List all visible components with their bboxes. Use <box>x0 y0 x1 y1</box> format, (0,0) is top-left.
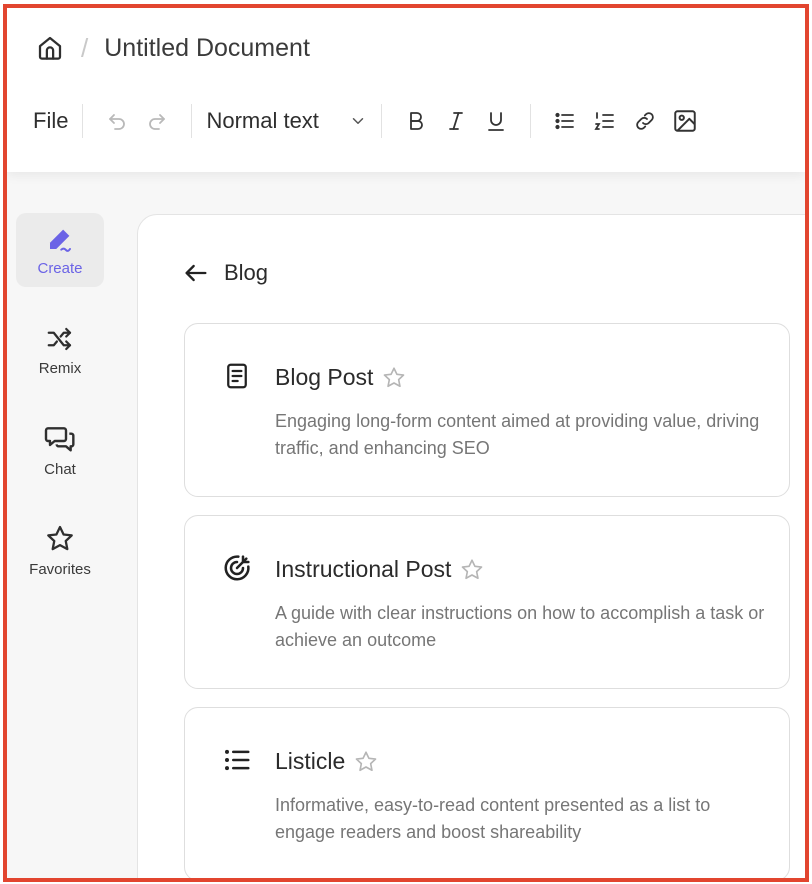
back-button[interactable]: Blog <box>182 259 268 287</box>
app-window: / Untitled Document File Normal text Cre… <box>3 4 809 882</box>
template-card-instructional-post[interactable]: Instructional Post A guide with clear in… <box>184 515 790 689</box>
arrow-left-icon <box>185 264 207 282</box>
title-row: / Untitled Document <box>33 28 310 68</box>
toolbar-divider <box>82 104 84 138</box>
home-icon <box>38 36 62 60</box>
sidebar-item-create[interactable]: Create <box>16 213 104 287</box>
numbered-list-button[interactable] <box>585 101 625 141</box>
star-icon <box>47 525 73 550</box>
italic-button[interactable] <box>436 101 476 141</box>
insert-image-button[interactable] <box>665 101 705 141</box>
favorite-star-icon[interactable] <box>459 557 485 583</box>
sidebar-item-favorites[interactable]: Favorites <box>16 513 104 587</box>
underline-button[interactable] <box>476 101 516 141</box>
card-description: Informative, easy-to-read content presen… <box>275 795 711 842</box>
bullet-list-button[interactable] <box>545 101 585 141</box>
sidebar-item-remix[interactable]: Remix <box>16 313 104 387</box>
section-title: Blog <box>224 260 269 285</box>
sidebar-item-label: Chat <box>44 460 76 478</box>
template-card-listicle[interactable]: Listicle Informative, easy-to-read conte… <box>184 707 790 878</box>
card-title-row: Listicle <box>275 748 379 775</box>
sidebar-item-chat[interactable]: Chat <box>16 413 104 487</box>
template-card-blog-post[interactable]: Blog Post Engaging long-form content aim… <box>184 323 790 497</box>
redo-icon <box>149 114 166 130</box>
card-title: Blog Post <box>275 364 374 390</box>
undo-icon <box>109 114 126 130</box>
pen-icon <box>50 229 71 252</box>
favorite-star-icon[interactable] <box>353 749 379 775</box>
toolbar-divider <box>529 104 531 138</box>
bold-button[interactable] <box>396 101 436 141</box>
sidebar-item-label: Remix <box>38 359 82 377</box>
undo-button[interactable] <box>97 101 137 141</box>
numbered-list-icon <box>594 112 614 130</box>
toolbar-divider <box>380 104 382 138</box>
text-style-value: Normal text <box>206 108 319 133</box>
italic-icon <box>449 112 463 130</box>
text-style-select[interactable]: Normal text <box>206 108 366 134</box>
favorite-star-icon[interactable] <box>381 365 407 391</box>
file-menu[interactable]: File <box>33 108 68 134</box>
card-title: Instructional Post <box>275 556 452 582</box>
formatting-toolbar: File Normal text <box>33 100 705 142</box>
sidebar-item-label: Favorites <box>29 560 91 578</box>
chevron-down-icon <box>349 112 367 130</box>
bullet-list-icon <box>555 112 574 130</box>
card-title: Listicle <box>275 748 346 774</box>
underline-icon <box>488 112 504 131</box>
redo-button[interactable] <box>137 101 177 141</box>
bold-icon <box>410 112 423 130</box>
shuffle-icon <box>47 327 72 350</box>
document-icon <box>221 360 253 392</box>
chat-icon <box>44 426 75 452</box>
home-button[interactable] <box>33 31 67 65</box>
target-icon <box>221 552 253 584</box>
card-title-row: Instructional Post <box>275 556 485 583</box>
sidebar-item-label: Create <box>37 259 83 277</box>
link-button[interactable] <box>625 101 665 141</box>
sidebar: Create Remix Chat Favorites <box>16 213 106 613</box>
breadcrumb-separator: / <box>81 32 89 63</box>
link-icon <box>636 112 654 130</box>
top-bar: / Untitled Document File Normal text <box>7 8 805 172</box>
content-panel: Blog Blog Post Engaging long-form conten… <box>137 214 805 878</box>
image-icon <box>674 110 696 132</box>
document-title[interactable]: Untitled Document <box>104 34 310 63</box>
card-title-row: Blog Post <box>275 364 407 391</box>
card-description: Engaging long-form content aimed at prov… <box>275 411 760 458</box>
card-description: A guide with clear instructions on how t… <box>275 603 765 650</box>
toolbar-divider <box>191 104 193 138</box>
list-icon <box>221 744 253 776</box>
